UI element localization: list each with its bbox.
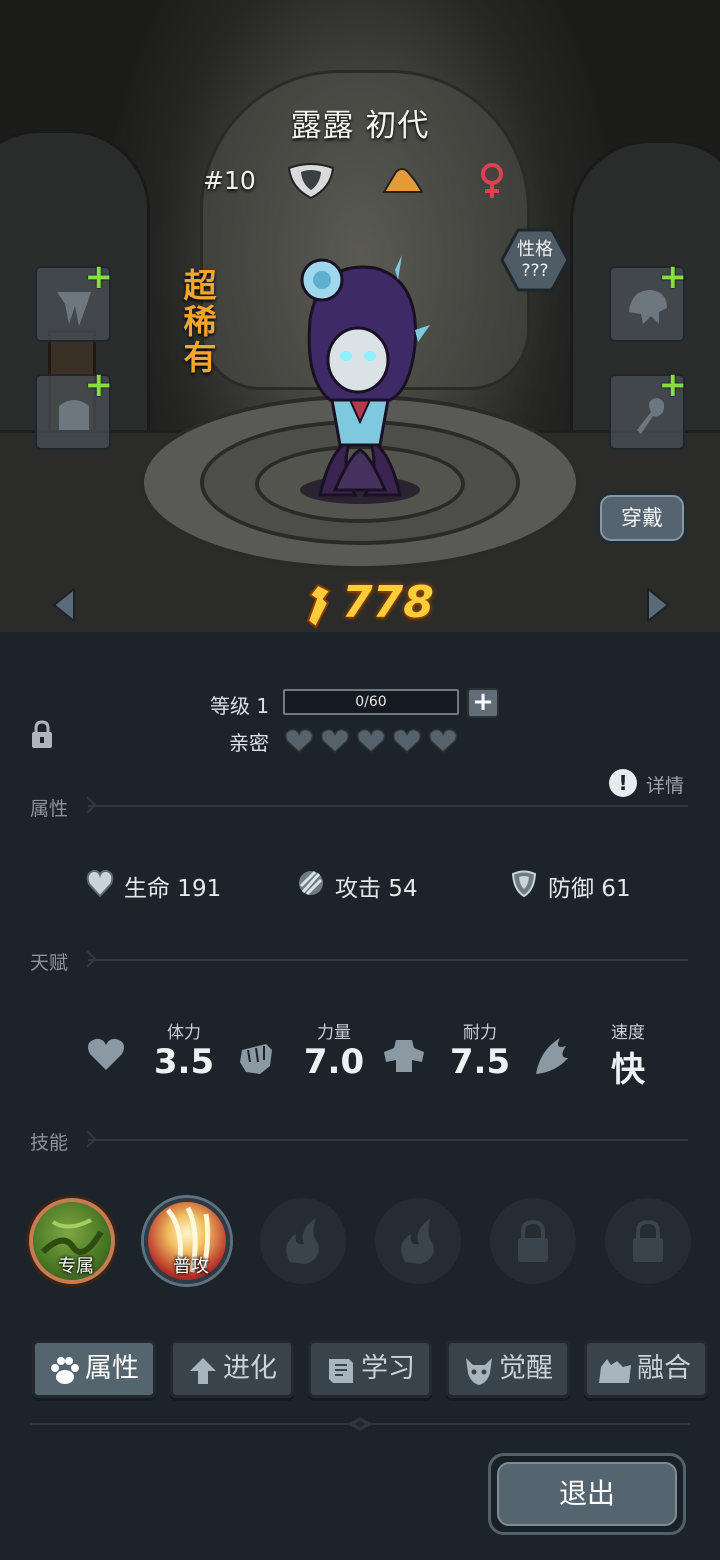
- attributes-section-title: 属性: [30, 798, 69, 820]
- tab-attributes[interactable]: 属性: [32, 1340, 156, 1398]
- heart-empty-icon: [320, 728, 350, 754]
- speed-wing-icon: [536, 1038, 568, 1074]
- character-sprite[interactable]: [280, 250, 440, 520]
- personality-value: ???: [521, 261, 549, 281]
- tab-fusion-label: 融合: [637, 1353, 691, 1384]
- skill-slot-locked[interactable]: [605, 1198, 691, 1284]
- experience-bar: 0/60: [283, 689, 459, 715]
- fusion-beast-icon: [599, 1359, 631, 1383]
- tab-awaken[interactable]: 觉醒: [446, 1340, 570, 1398]
- endurance-value: 7.5: [449, 1042, 511, 1082]
- personality-badge[interactable]: 性格 ???: [500, 228, 570, 292]
- previous-arrow-icon[interactable]: [50, 587, 80, 623]
- attack-text: 攻击 54: [335, 876, 418, 902]
- endurance-torso-icon: [384, 1040, 424, 1072]
- tab-awaken-label: 觉醒: [499, 1353, 553, 1384]
- terrain-type-icon[interactable]: [378, 160, 430, 200]
- hp-heart-icon: [86, 869, 114, 898]
- intimacy-label: 亲密: [229, 731, 269, 755]
- rarity-label: 超稀有: [183, 266, 217, 377]
- flame-icon: [286, 1218, 319, 1264]
- stamina-value: 3.5: [153, 1042, 215, 1082]
- combat-power: 778: [298, 575, 438, 631]
- exit-label: 退出: [497, 1462, 677, 1526]
- skill-slot-empty[interactable]: [260, 1198, 346, 1284]
- wear-button[interactable]: 穿戴: [597, 492, 687, 544]
- power-value: 778: [342, 577, 434, 628]
- strength-value: 7.0: [303, 1042, 365, 1082]
- flame-icon: [401, 1218, 434, 1264]
- stamina-label: 体力: [167, 1023, 201, 1043]
- talent-endurance: 耐力 7.5: [382, 1016, 522, 1096]
- talents-section-title: 天赋: [30, 952, 69, 974]
- skill-basic-attack-label: 普攻: [173, 1256, 209, 1277]
- equip-slot-helmet[interactable]: +: [609, 260, 687, 342]
- defense-shield-icon: [511, 870, 537, 898]
- add-icon: +: [84, 365, 114, 405]
- exit-button[interactable]: 退出: [488, 1453, 686, 1535]
- equip-slot-claw[interactable]: +: [35, 260, 113, 342]
- tab-fusion[interactable]: 融合: [584, 1340, 708, 1398]
- level-label: 等级 1: [210, 694, 270, 718]
- section-divider: [88, 805, 688, 807]
- skill-slot-empty[interactable]: [375, 1198, 461, 1284]
- diamond-ornament-icon: [348, 1417, 372, 1431]
- attack-claw-icon: [299, 870, 323, 896]
- power-fist-icon: [306, 583, 332, 629]
- paw-icon: [51, 1357, 79, 1384]
- strength-label: 力量: [317, 1023, 351, 1043]
- stamina-heart-icon: [88, 1038, 124, 1070]
- talent-strength: 力量 7.0: [236, 1016, 376, 1096]
- section-divider: [88, 959, 688, 961]
- demon-mask-icon: [466, 1358, 492, 1385]
- lock-icon: [633, 1219, 663, 1262]
- skills-section-title: 技能: [30, 1132, 69, 1154]
- detail-label: 详情: [646, 775, 685, 797]
- add-icon: +: [84, 257, 114, 297]
- skill-exclusive[interactable]: 专属: [29, 1198, 115, 1284]
- add-icon: +: [658, 365, 688, 405]
- experience-text: 0/60: [355, 694, 387, 710]
- defense-text: 防御 61: [548, 876, 631, 902]
- personality-label: 性格: [517, 239, 553, 260]
- character-number: #10: [203, 166, 256, 195]
- skill-slot-locked[interactable]: [490, 1198, 576, 1284]
- skill-basic-attack[interactable]: 普攻: [144, 1198, 230, 1284]
- speed-label: 速度: [611, 1023, 645, 1043]
- heart-empty-icon: [284, 728, 314, 754]
- add-icon: +: [658, 257, 688, 297]
- female-gender-icon: [481, 163, 503, 198]
- info-icon: !: [609, 769, 637, 797]
- heart-empty-icon: [392, 728, 422, 754]
- speed-value: 快: [611, 1050, 645, 1090]
- heart-empty-icon: [428, 728, 458, 754]
- bottom-tab-bar: 属性 进化 学习 觉醒 融合: [0, 1336, 720, 1406]
- strength-fist-icon: [240, 1044, 272, 1074]
- next-arrow-icon[interactable]: [642, 587, 672, 623]
- section-divider: [88, 1139, 688, 1141]
- talent-speed: 速度 快: [530, 1016, 670, 1096]
- equip-slot-accessory[interactable]: +: [609, 368, 687, 450]
- level-up-button[interactable]: +: [467, 688, 499, 718]
- tab-evolve[interactable]: 进化: [170, 1340, 294, 1398]
- footer-divider: [30, 1417, 690, 1431]
- character-name: 露露 初代: [290, 108, 430, 144]
- tab-learn[interactable]: 学习: [308, 1340, 432, 1398]
- skill-exclusive-label: 专属: [58, 1256, 94, 1277]
- shield-badge-icon[interactable]: [285, 160, 337, 200]
- tab-evolve-label: 进化: [223, 1353, 277, 1384]
- lock-icon[interactable]: [30, 720, 54, 750]
- hp-text: 生命 191: [124, 876, 222, 902]
- lock-icon: [518, 1219, 548, 1262]
- heart-empty-icon: [356, 728, 386, 754]
- tab-attributes-label: 属性: [85, 1353, 139, 1384]
- book-icon: [329, 1359, 353, 1383]
- endurance-label: 耐力: [463, 1023, 497, 1043]
- equip-slot-armor[interactable]: +: [35, 368, 113, 450]
- evolve-arrow-icon: [190, 1358, 216, 1384]
- talent-stamina: 体力 3.5: [86, 1016, 226, 1096]
- tab-learn-label: 学习: [361, 1353, 415, 1384]
- character-stage: 露露 初代 #10 超稀有 + + + + 性格 ??? 穿戴 778: [0, 0, 720, 632]
